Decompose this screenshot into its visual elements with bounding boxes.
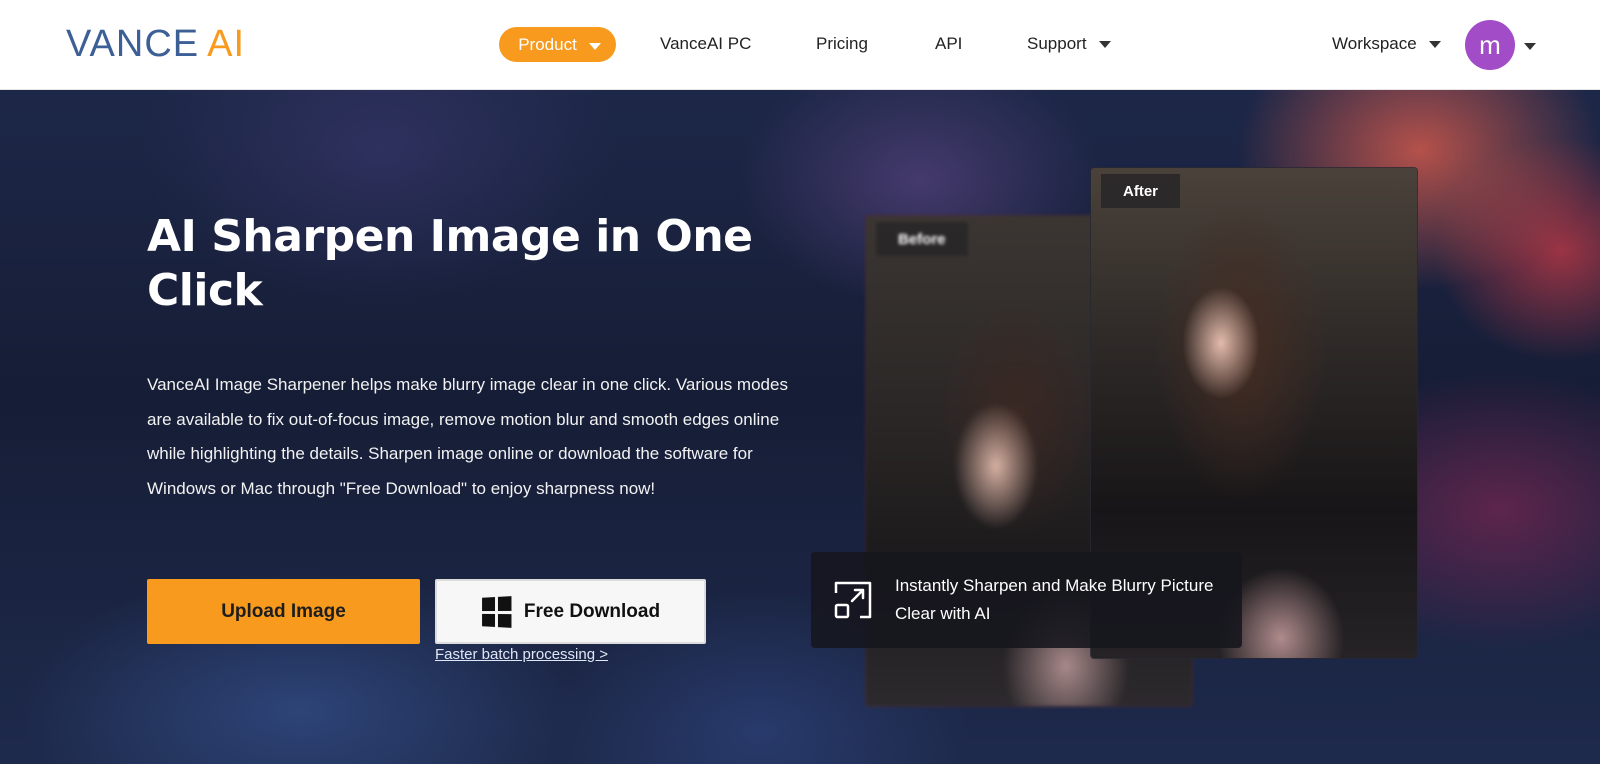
logo-ai-text: AI xyxy=(207,22,246,65)
nav-api[interactable]: API xyxy=(935,27,962,61)
nav-workspace[interactable]: Workspace xyxy=(1332,27,1441,61)
expand-sharpen-icon xyxy=(834,581,872,619)
nav-support[interactable]: Support xyxy=(1027,27,1111,61)
batch-processing-link[interactable]: Faster batch processing > xyxy=(435,646,608,663)
nav-api-label: API xyxy=(935,34,963,53)
user-avatar[interactable]: m xyxy=(1465,20,1515,70)
avatar-chevron-down-icon[interactable] xyxy=(1524,43,1536,50)
vanceai-logo[interactable]: VANCE AI xyxy=(66,22,246,65)
feature-card: Instantly Sharpen and Make Blurry Pictur… xyxy=(811,552,1242,648)
upload-image-button[interactable]: Upload Image xyxy=(147,579,420,644)
feature-text: Instantly Sharpen and Make Blurry Pictur… xyxy=(895,576,1214,623)
free-download-button[interactable]: Free Download xyxy=(435,579,706,644)
after-label: After xyxy=(1101,174,1181,208)
hero-section: AI Sharpen Image in One Click VanceAI Im… xyxy=(0,90,1600,764)
nav-product[interactable]: Product xyxy=(499,27,616,62)
nav-vanceai-pc[interactable]: VanceAI PC xyxy=(660,27,751,61)
nav-pricing-label: Pricing xyxy=(816,34,868,53)
nav-support-label: Support xyxy=(1027,34,1087,53)
upload-image-label: Upload Image xyxy=(221,600,346,622)
chevron-down-icon xyxy=(1428,40,1441,48)
page-title: AI Sharpen Image in One Click xyxy=(147,211,753,316)
nav-workspace-label: Workspace xyxy=(1332,34,1417,53)
chevron-down-icon xyxy=(588,43,601,50)
nav-pricing[interactable]: Pricing xyxy=(816,27,868,61)
logo-vance-text: VANCE xyxy=(66,22,200,65)
free-download-label: Free Download xyxy=(523,600,661,622)
top-nav: VANCE AI Product VanceAI PC Pricing API S… xyxy=(0,0,1600,90)
chevron-down-icon xyxy=(1098,40,1111,48)
hero-description: VanceAI Image Sharpener helps make blurr… xyxy=(147,375,788,498)
nav-vanceai-pc-label: VanceAI PC xyxy=(660,34,752,53)
windows-icon xyxy=(481,595,512,628)
nav-product-label: Product xyxy=(518,34,577,54)
before-label: Before xyxy=(876,222,968,256)
